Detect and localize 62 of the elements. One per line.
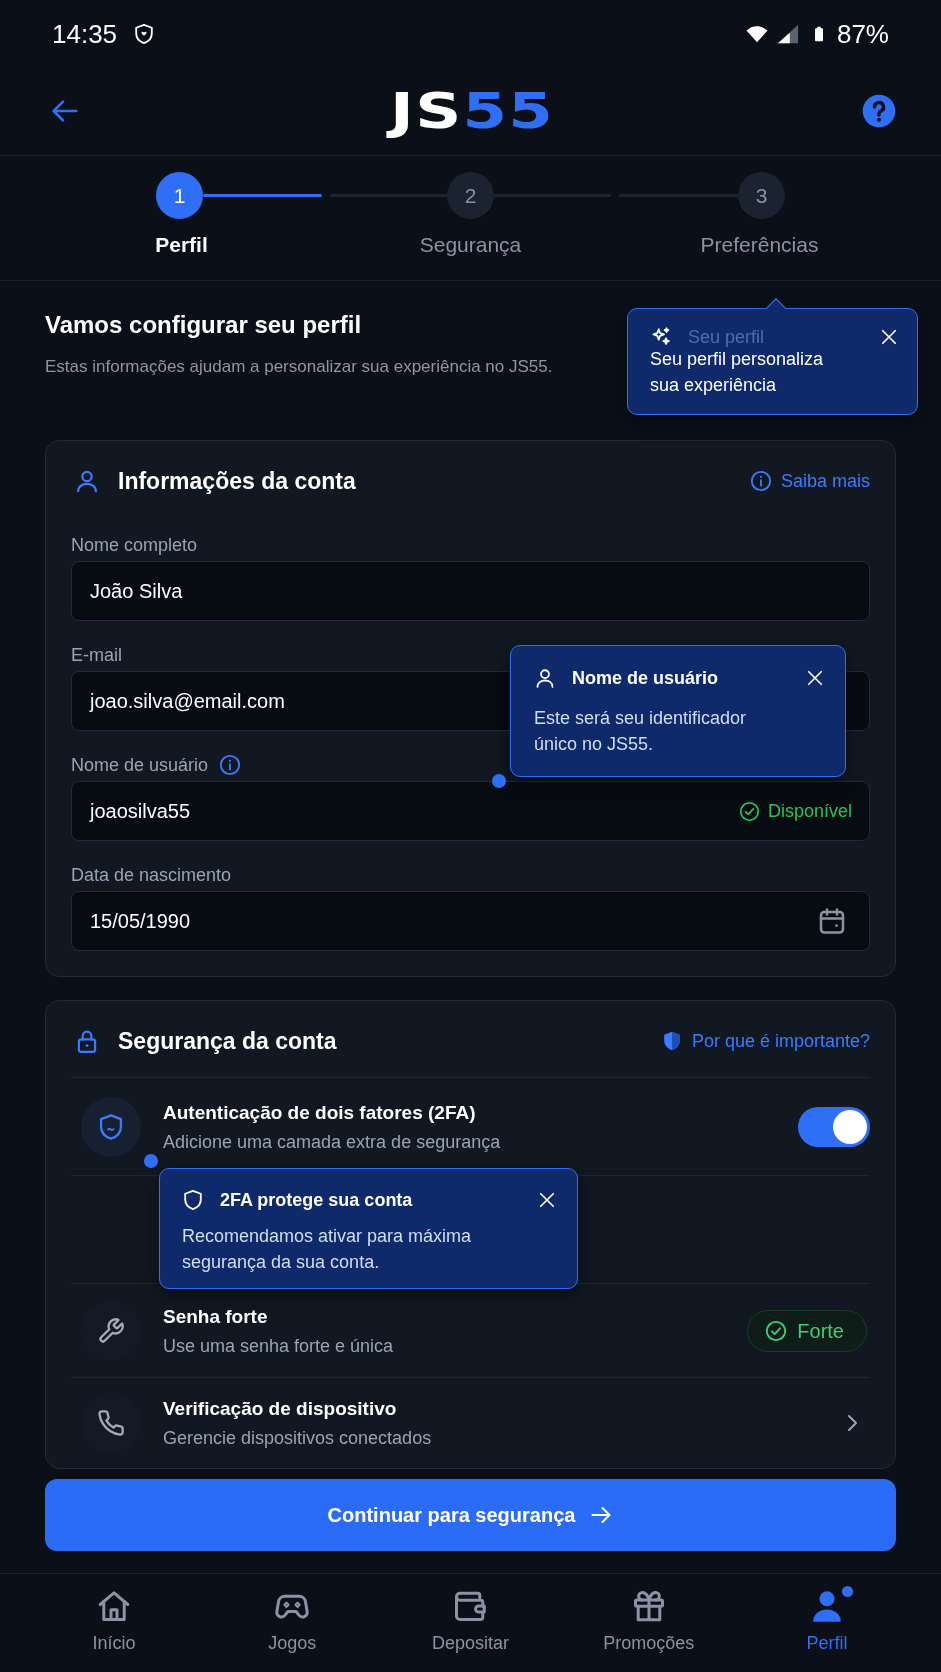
field-label: Nome completo [71,534,198,556]
nav-item[interactable]: Início [25,1574,204,1672]
anchor-dot-icon [492,774,506,788]
continue-button[interactable]: Continuar para segurança [45,1479,896,1551]
page-subtitle: Estas informações ajudam a personalizar sua experiência no JS55. [45,356,553,378]
setting-title: Autenticação de dois fatores (2FA) [163,1100,477,1125]
battery-percentage: 87% [836,19,889,49]
tooltip-text: Recomendamos ativar para máxima segurança da sua conta. [182,1225,473,1274]
sparkle-icon [650,326,672,348]
setting-description: Use uma senha forte e única [163,1334,394,1357]
step-number: 1 [156,172,203,219]
nav-item[interactable]: Promoções [559,1574,738,1672]
nav-item[interactable]: Perfil [737,1574,916,1672]
card-title: Informações da conta [118,467,356,495]
check-circle-icon [765,1319,788,1342]
setting-title: Verificação de dispositivo [163,1397,398,1421]
tooltip-text: Seu perfil personaliza sua experiência [650,348,825,397]
status-time: 14:35 [52,19,118,49]
step-number: 3 [738,172,785,219]
close-button[interactable] [879,327,899,347]
anchor-dot-icon [144,1154,158,1168]
info-link[interactable]: Por que é importante? [660,1030,870,1052]
step-number: 2 [447,172,494,219]
input-field[interactable]: João Silva [71,561,870,621]
close-icon [879,327,899,347]
setting-title: Senha forte [163,1304,269,1329]
step-label: Perfil [155,233,208,257]
signal-icon [776,23,799,45]
card-title: Segurança da conta [118,1027,337,1055]
close-button[interactable] [805,668,825,688]
help-icon [862,93,896,128]
input-field[interactable]: 15/05/1990 [71,891,870,951]
availability-status: Disponível [767,800,852,822]
info-icon[interactable] [219,754,242,776]
close-button[interactable] [537,1190,557,1210]
nav-item[interactable]: Jogos [203,1574,382,1672]
field-label: E-mail [71,644,122,666]
user-icon [534,667,556,689]
help-button[interactable] [862,93,896,128]
nav-item[interactable]: Depositar [381,1574,560,1672]
learn-more-link[interactable]: Saiba mais [749,470,870,492]
tooltip-title: 2FA protege sua conta [220,1189,413,1212]
calendar-icon[interactable] [817,906,847,936]
step-label: Segurança [419,233,522,257]
close-icon [537,1190,557,1210]
wifi-icon [743,23,770,45]
close-icon [805,668,825,688]
strength-label: Forte [797,1318,844,1343]
input-field[interactable]: joaosilva55 Disponível [71,781,870,841]
field-label: Nome de usuário [71,754,209,776]
shield-icon [182,1189,204,1211]
check-circle-icon [738,800,760,822]
info-icon [749,470,772,492]
setting-description: Adicione uma camada extra de segurança [163,1130,501,1153]
setting-description: Gerencie dispositivos conectados [163,1427,432,1449]
toggle-switch[interactable] [798,1106,870,1147]
field-label: Data de nascimento [71,864,232,886]
step-label: Preferências [700,233,819,257]
shield-icon [133,22,156,46]
user-icon [74,468,100,494]
page-title: Vamos configurar seu perfil [45,310,362,340]
tooltip-title: Seu perfil [688,326,765,349]
